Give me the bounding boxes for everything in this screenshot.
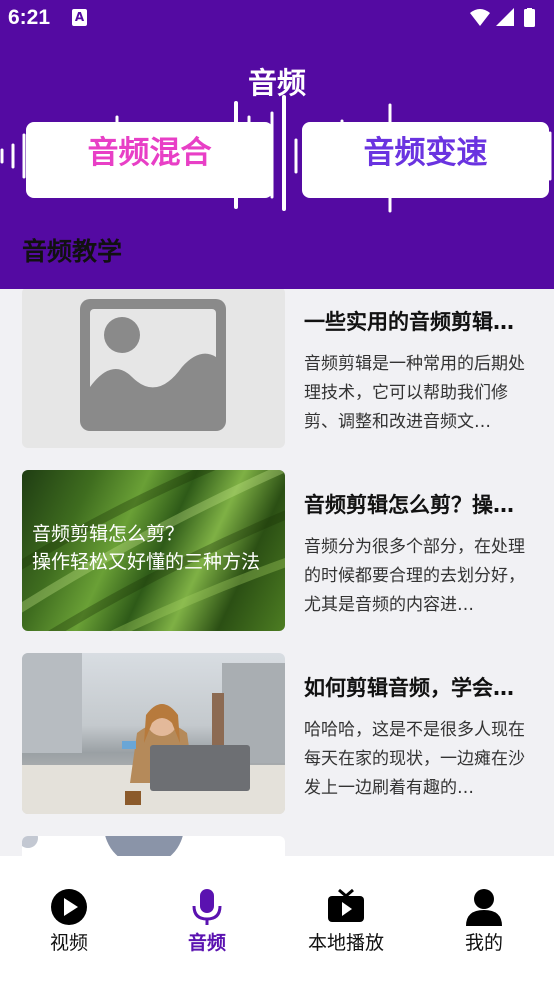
section-title: 音频教学 [22,237,123,266]
nav-label: 视频 [49,932,88,954]
list-item[interactable]: 一些实用的音频剪辑… 音频剪辑是一种常用的后期处理技术，它可以帮助我们修剪、调整… [0,289,554,449]
nav-label: 音频 [187,932,226,954]
battery-icon [524,9,535,27]
tv-play-icon [328,888,364,922]
thumbnail-caption: 音频剪辑怎么剪？ 操作轻松又好懂的三种方法 [32,520,282,576]
thumbnail-caption-line: 操作轻松又好懂的三种方法 [32,551,261,573]
microphone-icon [192,889,222,925]
article-thumbnail: 音频剪辑怎么剪？ 操作轻松又好懂的三种方法 [22,470,285,631]
nav-item-local-play[interactable]: 本地播放 [277,886,415,956]
status-time: 6:21 [8,6,51,29]
article-description: 音频分为很多个部分，在处理的时候都要合理的去划分好，尤其是音频的内容进… [304,537,525,615]
nav-label: 本地播放 [307,932,384,954]
article-thumbnail [22,836,285,856]
image-placeholder-icon [80,299,226,431]
bottom-navigation: 视频 音频 本地播放 我的 [0,856,554,984]
person-icon [466,889,502,926]
list-item[interactable] [0,836,554,856]
nav-item-audio[interactable]: 音频 [138,886,276,956]
audio-speed-button[interactable]: 音频变速 [302,122,549,198]
header: 6:21 A 音频 音频混合 音频变速 音频教学 [0,0,554,289]
woman-laptop-photo [22,653,285,814]
article-description: 哈哈哈，这是不是很多人现在每天在家的现状，一边瘫在沙发上一边刷着有趣的… [304,720,525,798]
play-circle-icon [51,889,87,925]
article-title: 如何剪辑音频，学会… [304,676,514,700]
audio-mix-button[interactable]: 音频混合 [26,122,273,198]
article-thumbnail [22,653,285,814]
thumbnail-caption-line: 音频剪辑怎么剪？ [32,523,185,545]
article-title: 音频剪辑怎么剪？操… [304,493,514,517]
notification-icon: A [72,9,87,26]
article-title: 一些实用的音频剪辑… [304,310,514,334]
article-description: 音频剪辑是一种常用的后期处理技术，它可以帮助我们修剪、调整和改进音频文… [304,354,525,432]
list-item[interactable]: 如何剪辑音频，学会… 哈哈哈，这是不是很多人现在每天在家的现状，一边瘫在沙发上一… [0,653,554,815]
status-bar: 6:21 A [0,0,554,38]
signal-icon [496,8,514,26]
nav-label: 我的 [464,932,503,954]
status-icons [470,8,535,27]
nav-item-mine[interactable]: 我的 [415,886,553,956]
list-item[interactable]: 音频剪辑怎么剪？ 操作轻松又好懂的三种方法 音频剪辑怎么剪？操… 音频分为很多个… [0,470,554,632]
wifi-icon [470,9,490,26]
article-list: 一些实用的音频剪辑… 音频剪辑是一种常用的后期处理技术，它可以帮助我们修剪、调整… [0,289,554,856]
partial-thumbnail-image [22,836,183,856]
article-thumbnail [22,289,285,448]
nav-item-video[interactable]: 视频 [0,886,138,956]
